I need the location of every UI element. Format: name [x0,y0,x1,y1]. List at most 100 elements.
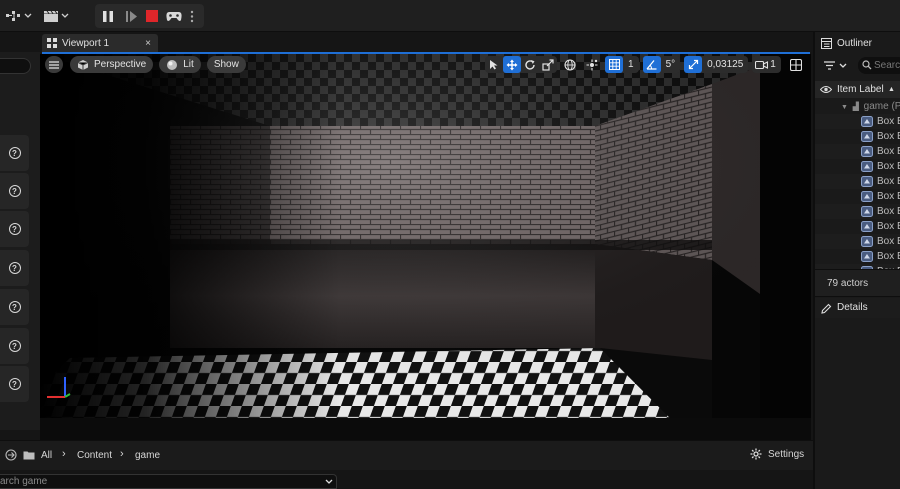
clapperboard-icon [42,5,60,27]
lit-mode-button[interactable]: Lit [159,56,201,73]
lit-sphere-icon [167,59,178,70]
camera-speed-value: 1 [770,59,776,70]
filter-icon [824,61,835,70]
static-mesh-icon [861,221,873,232]
mode-selector[interactable] [2,5,32,27]
content-search-input[interactable]: arch game [0,474,337,489]
axis-gizmo-icon [47,377,71,398]
help-button[interactable]: ? [0,173,29,209]
globe-icon [564,58,576,71]
breadcrumb-content[interactable]: Content [77,450,112,461]
outliner-item[interactable]: Box B [815,174,900,189]
filter-button[interactable] [824,61,847,70]
outliner-item-label: Box B [877,161,900,172]
outliner-item[interactable]: Box B [815,159,900,174]
select-tool-button[interactable] [485,56,503,73]
viewport-toolbar-right: 1 5° 0,03125 1 [485,56,805,73]
surface-snap-icon [586,59,598,70]
question-icon: ? [8,340,21,352]
outliner-item[interactable]: Box B [815,144,900,159]
item-label-header: Item Label [837,84,884,95]
rotate-tool-button[interactable] [521,56,539,73]
outliner-item-label: Box B [877,116,900,127]
actor-count-bar: 79 actors [815,269,900,297]
outliner-item[interactable]: Box B [815,234,900,249]
outliner-tab[interactable]: Outliner [815,34,900,52]
hamburger-icon [49,60,59,69]
viewport-bottom-gap [40,418,811,440]
outliner-item[interactable]: Box B [815,204,900,219]
details-title: Details [837,302,868,313]
viewport-menu-button[interactable] [45,56,63,73]
camera-icon [754,60,768,69]
question-icon: ? [8,223,21,235]
help-button[interactable]: ? [0,289,29,325]
possess-eject-button[interactable] [163,5,185,27]
question-icon: ? [8,378,21,390]
move-tool-button[interactable] [503,56,521,73]
outliner-item-label: Box B [877,146,900,157]
perspective-label: Perspective [94,59,147,70]
cursor-icon [490,60,498,70]
outliner-item[interactable]: Box B [815,189,900,204]
outliner-item[interactable]: Box B [815,219,900,234]
scale-snap-value[interactable]: 0,03125 [702,59,748,70]
surface-snap-button[interactable] [583,56,601,73]
outliner-item-label: Box B [877,191,900,202]
help-button[interactable]: ? [0,250,29,286]
help-button[interactable]: ? [0,211,29,247]
lit-label: Lit [183,59,194,70]
breadcrumb-all[interactable]: All [41,450,52,461]
left-search-field[interactable] [0,58,31,74]
world-local-button[interactable] [561,56,579,73]
outliner-folder-row[interactable]: ▼ ▟ game (P [841,101,900,112]
outliner-item[interactable]: Box B [815,129,900,144]
perspective-button[interactable]: Perspective [70,56,154,73]
stop-button[interactable] [141,5,163,27]
outliner-item[interactable]: Box B [815,114,900,129]
rotate-snap-group: 5° [642,56,681,73]
settings-button[interactable]: Settings [750,448,804,460]
grid-snap-toggle[interactable] [605,56,623,73]
help-button[interactable]: ? [0,135,29,171]
cinematics-menu[interactable] [42,5,70,27]
more-options-icon[interactable] [185,5,199,27]
step-frame-button[interactable] [121,5,141,27]
play-controls [95,4,204,28]
scale-snap-icon [688,59,698,70]
outliner-search-placeholder: Search [874,60,900,71]
chevron-down-icon[interactable] [325,479,333,485]
outliner-column-header[interactable]: Item Label ▲ [815,81,900,98]
outliner-item-label: Box B [877,176,900,187]
scale-snap-group: 0,03125 [684,56,749,73]
grid-snap-value[interactable]: 1 [623,59,639,70]
show-flags-button[interactable]: Show [206,56,246,73]
outliner-item-label: Box B [877,251,900,262]
close-icon[interactable]: × [145,38,151,49]
pause-button[interactable] [95,5,121,27]
viewport-layout-button[interactable] [787,56,805,73]
outliner-item-label: Box B [877,206,900,217]
camera-speed-group[interactable]: 1 [752,56,781,73]
outliner-tools: Search [815,55,900,77]
outliner-item[interactable]: Box B [815,249,900,264]
camera-speed-toggle[interactable] [752,56,770,73]
angle-icon [646,60,657,70]
breadcrumb-game[interactable]: game [135,450,160,461]
help-button[interactable]: ? [0,328,29,364]
history-icon[interactable] [5,449,17,464]
static-mesh-icon [861,176,873,187]
help-button[interactable]: ? [0,366,29,402]
outliner-item-label: Box B [877,131,900,142]
outliner-search-input[interactable]: Search [858,57,900,74]
details-tab[interactable]: Details [815,298,900,318]
level-icon: ▟ [852,102,859,111]
scale-snap-toggle[interactable] [684,56,703,73]
folder-label: game (P [863,101,900,112]
scale-tool-button[interactable] [539,56,557,73]
rotate-snap-value[interactable]: 5° [661,59,681,70]
tab-viewport[interactable]: Viewport 1 × [42,34,158,52]
rotate-snap-toggle[interactable] [642,56,661,73]
transform-tools [485,56,557,73]
level-viewport[interactable]: Perspective Lit Show 1 5° 0,03125 1 [40,54,811,418]
